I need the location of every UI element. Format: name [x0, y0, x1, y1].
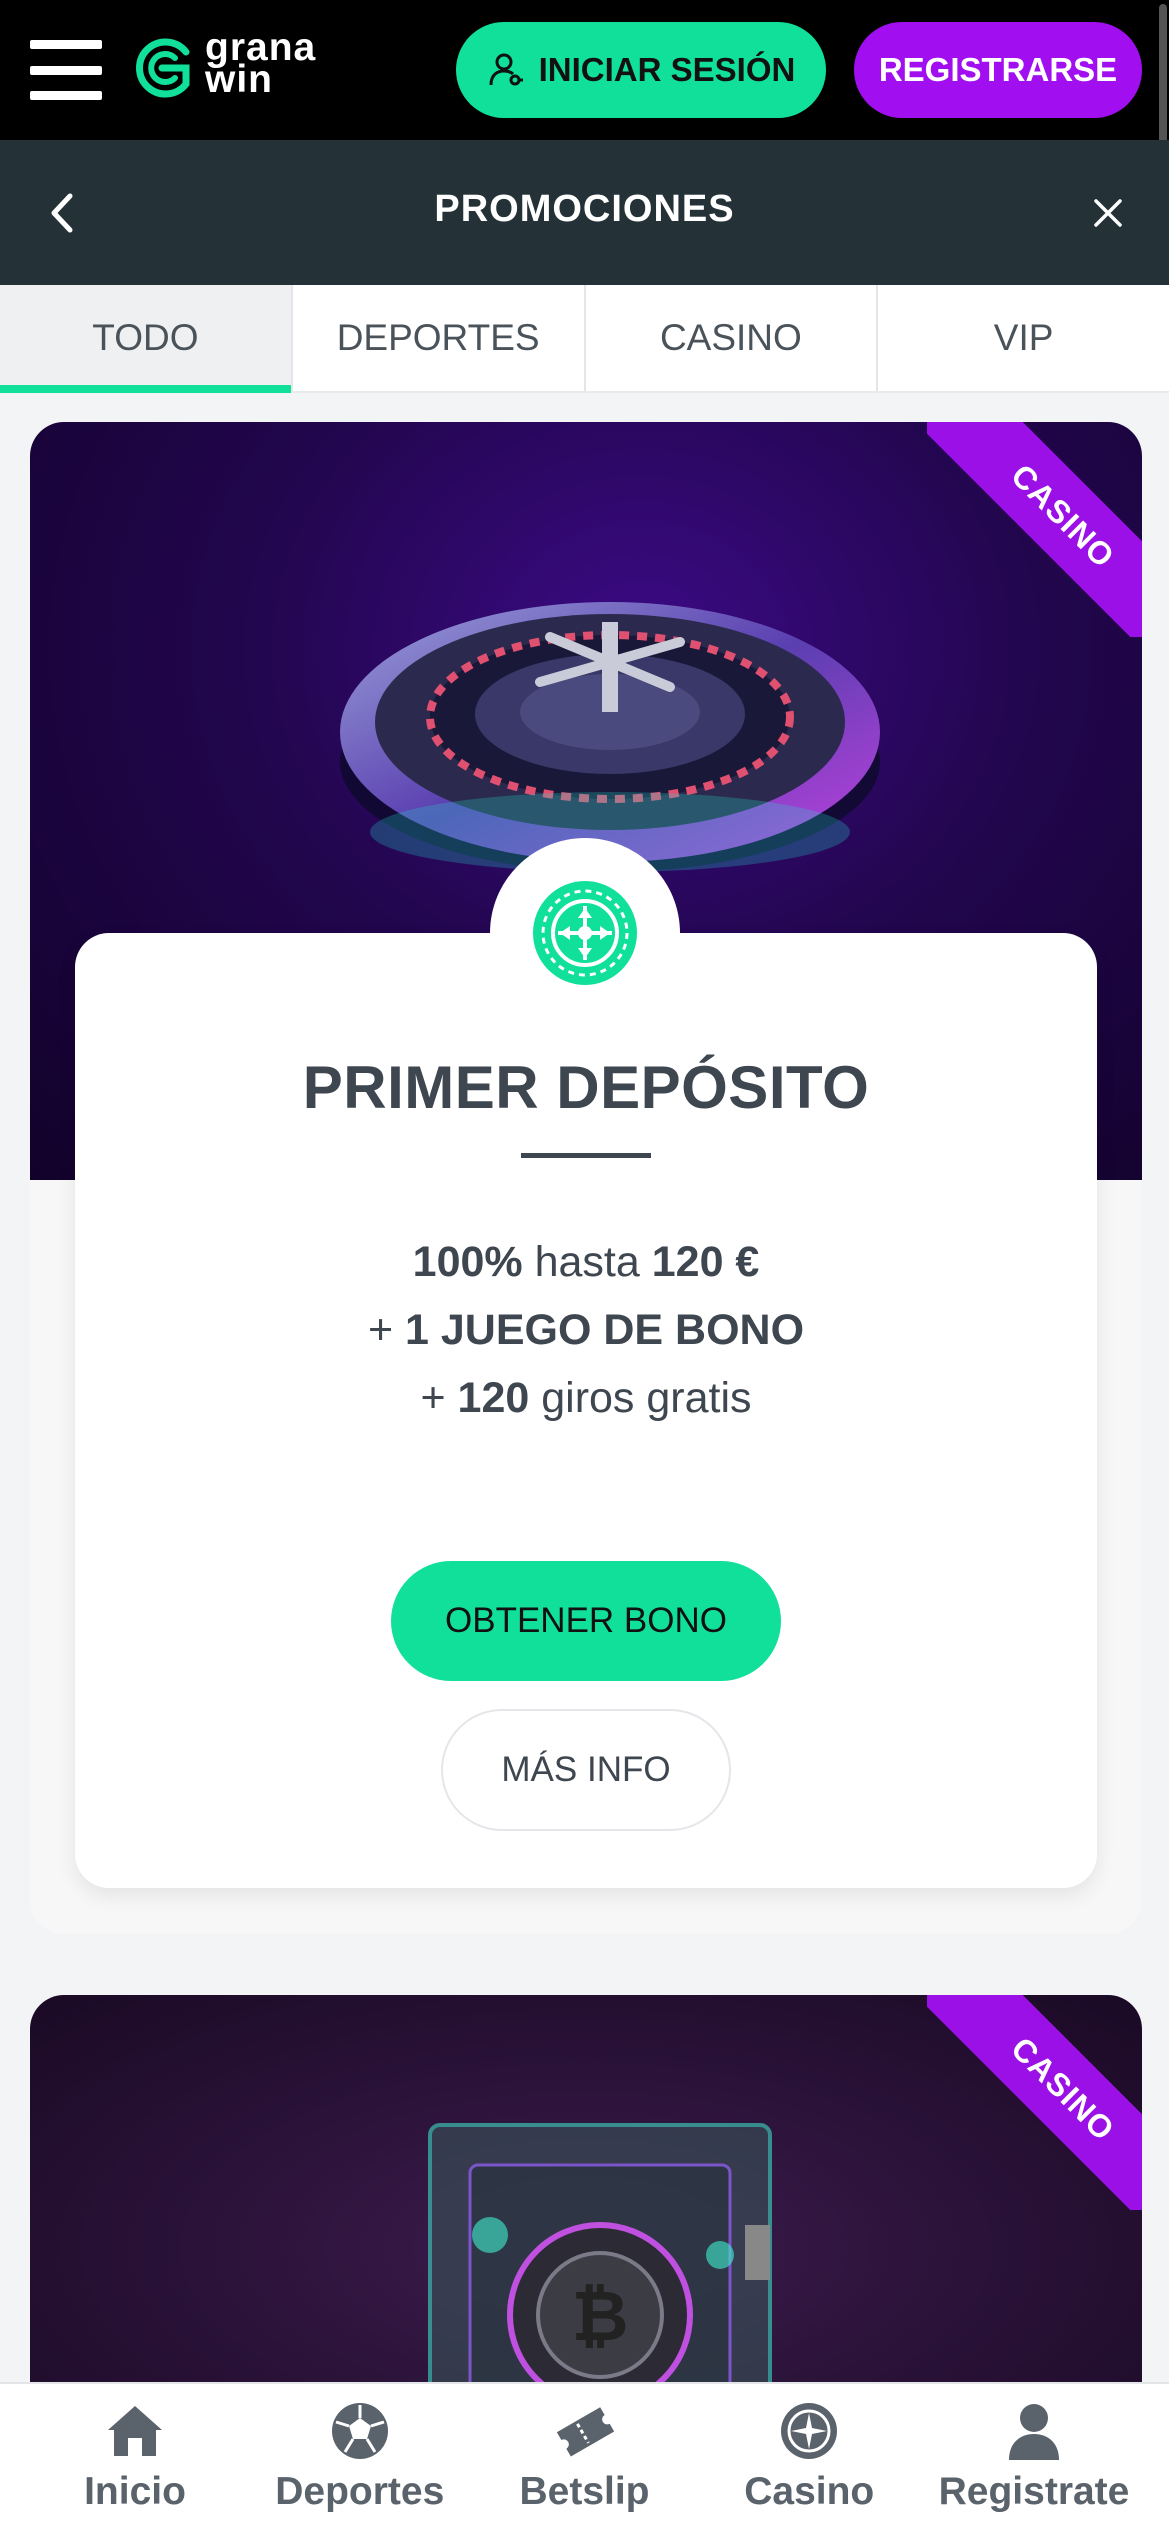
nav-item-casino[interactable]: Casino	[704, 2384, 914, 2531]
promo-title: PRIMER DEPÓSITO	[302, 1054, 870, 1121]
category-ribbon: CASINO	[927, 422, 1142, 637]
logo-text[interactable]: grana win	[205, 28, 316, 99]
login-label: INICIAR SESIÓN	[538, 51, 796, 88]
offer-text: hasta	[522, 1238, 652, 1286]
granawin-logo-icon[interactable]	[128, 38, 196, 98]
offer-spins-count: 120	[457, 1374, 530, 1422]
tab-label: VIP	[993, 317, 1054, 358]
soccer-ball-icon	[331, 2403, 388, 2459]
promo-offer-line-2: + 1 JUEGO DE BONO	[75, 1306, 1097, 1355]
tab-label: CASINO	[659, 317, 802, 358]
roulette-icon	[781, 2403, 838, 2459]
register-button[interactable]: REGISTRARSE	[854, 22, 1142, 118]
nav-label: Casino	[744, 2470, 875, 2513]
menu-icon[interactable]	[30, 40, 102, 100]
register-label: REGISTRARSE	[878, 51, 1118, 88]
promo-offer-line-3: + 120 giros gratis	[75, 1374, 1097, 1423]
promo-icon-badge	[490, 838, 680, 1028]
home-icon	[108, 2406, 162, 2456]
roulette-icon	[533, 881, 637, 985]
tab-todo[interactable]: TODO	[0, 285, 293, 393]
promo-offer-line-1: 100% hasta 120 €	[75, 1238, 1097, 1287]
user-key-icon	[489, 53, 523, 86]
tab-casino[interactable]: CASINO	[586, 285, 879, 391]
offer-bonus-game: 1 JUEGO DE BONO	[405, 1306, 805, 1354]
get-bonus-button[interactable]: OBTENER BONO	[391, 1561, 781, 1681]
nav-label: Inicio	[84, 2470, 186, 2513]
page-title: PROMOCIONES	[434, 188, 735, 230]
nav-item-inicio[interactable]: Inicio	[30, 2384, 240, 2531]
offer-spins-text: giros gratis	[529, 1374, 752, 1422]
nav-label: Betslip	[519, 2470, 650, 2513]
nav-label: Registrate	[938, 2470, 1130, 2513]
ribbon: CASINO	[927, 1995, 1142, 2210]
get-bonus-label: OBTENER BONO	[445, 1601, 727, 1640]
nav-label: Deportes	[275, 2470, 445, 2513]
more-info-button[interactable]: MÁS INFO	[441, 1709, 731, 1831]
offer-prefix: +	[367, 1306, 406, 1354]
svg-text:₿: ₿	[571, 2275, 628, 2357]
tab-label: TODO	[92, 317, 199, 358]
offer-prefix: +	[420, 1374, 458, 1422]
offer-amount: 120 €	[651, 1238, 760, 1286]
more-info-label: MÁS INFO	[501, 1750, 671, 1789]
promotions-header: PROMOCIONES	[0, 140, 1169, 285]
title-divider	[521, 1153, 651, 1158]
ribbon: CASINO	[927, 422, 1142, 637]
top-header: grana win INICIAR SESIÓN REGISTRARSE	[0, 0, 1169, 194]
nav-item-betslip[interactable]: Betslip	[480, 2384, 690, 2531]
tab-label: DEPORTES	[336, 317, 540, 358]
offer-percent: 100%	[412, 1238, 523, 1286]
nav-item-deportes[interactable]: Deportes	[255, 2384, 465, 2531]
category-ribbon: CASINO	[927, 1995, 1142, 2210]
promo-category-tabs: TODO DEPORTES CASINO VIP	[0, 285, 1169, 393]
promo-details-card: PRIMER DEPÓSITO 100% hasta 120 € + 1 JUE…	[75, 933, 1097, 1888]
ticket-icon	[556, 2407, 614, 2457]
bottom-navigation: Inicio Deportes Betslip Casino Registrat…	[0, 2382, 1169, 2531]
roulette-wheel-image	[340, 602, 880, 872]
login-button[interactable]: INICIAR SESIÓN	[456, 22, 826, 118]
close-icon[interactable]	[1091, 196, 1125, 230]
user-icon	[1009, 2404, 1059, 2460]
nav-item-registrate[interactable]: Registrate	[929, 2384, 1139, 2531]
tab-deportes[interactable]: DEPORTES	[293, 285, 586, 391]
tab-vip[interactable]: VIP	[878, 285, 1169, 391]
